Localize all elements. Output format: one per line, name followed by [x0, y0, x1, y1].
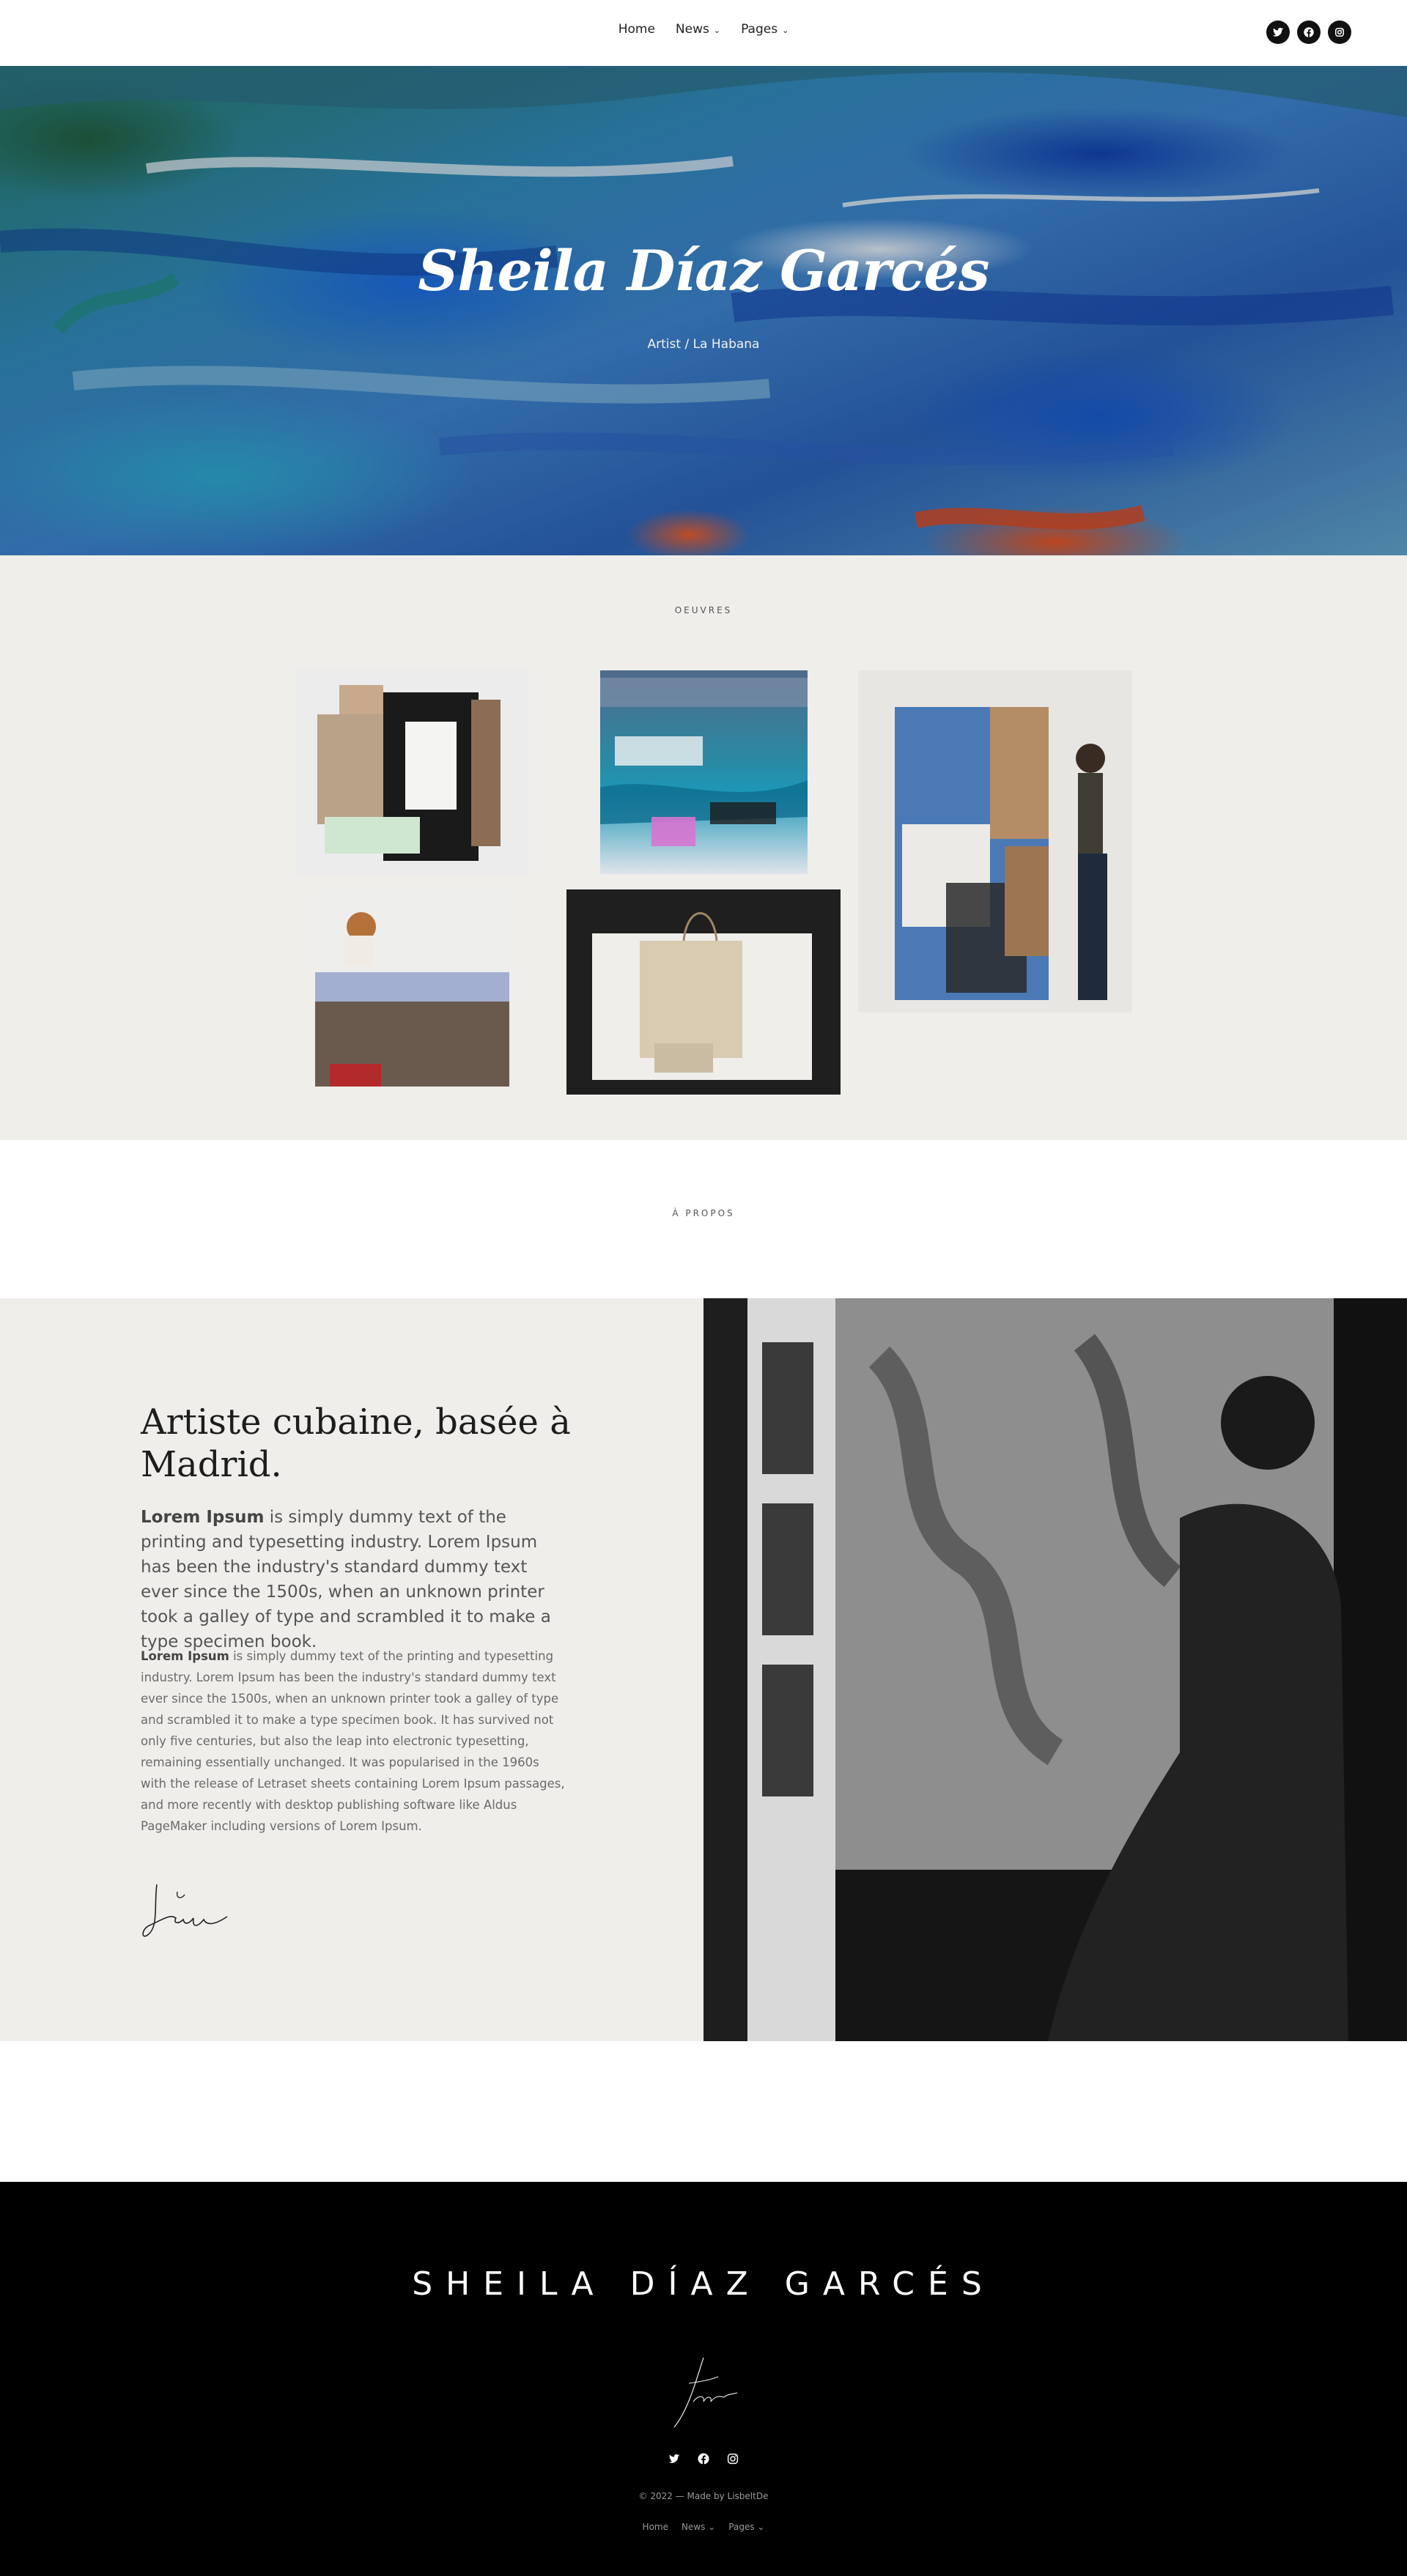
footer-nav-home[interactable]: Home: [643, 2522, 668, 2532]
site-header: Home News ⌄ Pages ⌄: [0, 0, 1407, 66]
chevron-down-icon: ⌄: [713, 25, 721, 35]
artwork-bag-collage[interactable]: [566, 889, 841, 1095]
main-nav: Home News ⌄ Pages ⌄: [0, 22, 1407, 37]
footer-nav-news[interactable]: News ⌄: [682, 2522, 715, 2532]
nav-item-label: Pages: [741, 22, 778, 37]
follow-signature-image: [673, 2357, 738, 2428]
hero-overlay: [0, 66, 1407, 555]
site-footer: SHEILA DÍAZ GARCÉS © 2022 — Made by Lisb…: [0, 2182, 1407, 2576]
artwork-dog-photo[interactable]: [315, 892, 509, 1087]
nav-item-news[interactable]: News ⌄: [676, 22, 720, 37]
oeuvres-section: OEUVRES: [0, 555, 1407, 1140]
hero-title: Sheila Díaz Garcés: [418, 238, 989, 303]
body-text: is simply dummy text of the printing and…: [141, 1649, 565, 1833]
about-section: Artiste cubaine, basée à Madrid. Lorem I…: [0, 1298, 1407, 2041]
nav-item-home[interactable]: Home: [618, 22, 655, 37]
instagram-icon[interactable]: [1328, 21, 1351, 44]
about-text-panel: Artiste cubaine, basée à Madrid. Lorem I…: [0, 1298, 704, 2041]
hero-subtitle: Artist / La Habana: [647, 337, 760, 352]
facebook-icon[interactable]: [697, 2452, 710, 2465]
hero-banner: Sheila Díaz Garcés Artist / La Habana: [0, 66, 1407, 555]
about-heading: Artiste cubaine, basée à Madrid.: [141, 1402, 571, 1485]
artwork-abstract-blue[interactable]: [600, 670, 808, 874]
copyright-text: © 2022 — Made by LisbeltDe: [638, 2491, 769, 2501]
spacer: [0, 2041, 1407, 2182]
signature-image: [142, 1884, 228, 1937]
nav-item-label: Home: [618, 22, 655, 37]
header-socials: [1266, 21, 1351, 44]
instagram-icon[interactable]: [726, 2452, 739, 2465]
about-lead: Lorem Ipsum is simply dummy text of the …: [141, 1505, 566, 1654]
artist-portrait-photo: [704, 1298, 1407, 2041]
lead-bold: Lorem Ipsum: [141, 1508, 265, 1527]
footer-nav: Home News ⌄ Pages ⌄: [0, 2522, 1407, 2532]
lead-text: is simply dummy text of the printing and…: [141, 1508, 551, 1651]
chevron-down-icon: ⌄: [782, 25, 789, 35]
footer-nav-pages[interactable]: Pages ⌄: [728, 2522, 764, 2532]
body-bold: Lorem Ipsum: [141, 1649, 229, 1663]
about-body: Lorem Ipsum is simply dummy text of the …: [141, 1646, 566, 1837]
facebook-icon[interactable]: [1297, 21, 1321, 44]
twitter-icon[interactable]: [668, 2452, 681, 2465]
artwork-artist-with-painting[interactable]: [858, 670, 1132, 1013]
section-label: OEUVRES: [674, 605, 733, 615]
footer-socials: [0, 2452, 1407, 2465]
twitter-icon[interactable]: [1266, 21, 1290, 44]
artwork-collage-paper[interactable]: [295, 670, 529, 874]
section-label: À PROPOS: [672, 1208, 735, 1218]
nav-item-pages[interactable]: Pages ⌄: [741, 22, 789, 37]
apropos-header: À PROPOS: [0, 1140, 1407, 1298]
footer-title: SHEILA DÍAZ GARCÉS: [412, 2265, 995, 2303]
nav-item-label: News: [675, 22, 709, 37]
